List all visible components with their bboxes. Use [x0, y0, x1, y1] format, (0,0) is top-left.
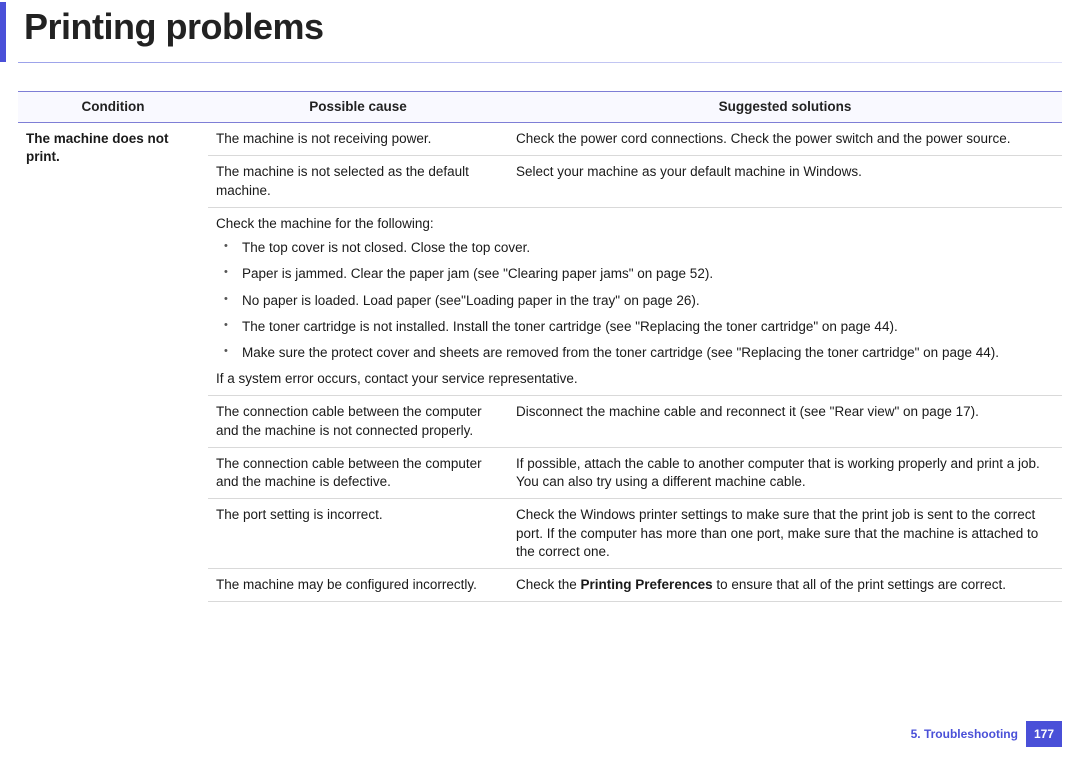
footer-page-number: 177 [1026, 721, 1062, 747]
header-solution: Suggested solutions [508, 92, 1062, 123]
check-bullet: The top cover is not closed. Close the t… [234, 239, 1054, 257]
check-bullet: No paper is loaded. Load paper (see"Load… [234, 292, 1054, 310]
solution-cell: Check the Windows printer settings to ma… [508, 499, 1062, 569]
page-title: Printing problems [24, 6, 1080, 48]
solution-cell: Disconnect the machine cable and reconne… [508, 396, 1062, 447]
table-row: The machine does not print. The machine … [18, 123, 1062, 156]
solution-cell: Check the power cord connections. Check … [508, 123, 1062, 156]
cause-cell: The machine is not receiving power. [208, 123, 508, 156]
solution-cell: Select your machine as your default mach… [508, 156, 1062, 207]
solution-text-post: to ensure that all of the print settings… [713, 577, 1006, 592]
solution-text-bold: Printing Preferences [581, 577, 713, 592]
cause-cell: The connection cable between the compute… [208, 396, 508, 447]
table-header-row: Condition Possible cause Suggested solut… [18, 92, 1062, 123]
header-condition: Condition [18, 92, 208, 123]
check-block: Check the machine for the following: The… [208, 207, 1062, 396]
check-bullets: The top cover is not closed. Close the t… [216, 239, 1054, 362]
cause-cell: The machine may be configured incorrectl… [208, 568, 508, 601]
page-footer: 5. Troubleshooting 177 [911, 721, 1062, 747]
condition-cell: The machine does not print. [18, 123, 208, 602]
page-title-bar: Printing problems [0, 2, 1080, 62]
solution-text-pre: Check the [516, 577, 581, 592]
check-bullet: Paper is jammed. Clear the paper jam (se… [234, 265, 1054, 283]
check-bullet: Make sure the protect cover and sheets a… [234, 344, 1054, 362]
cause-cell: The port setting is incorrect. [208, 499, 508, 569]
troubleshooting-table: Condition Possible cause Suggested solut… [18, 91, 1062, 602]
cause-cell: The machine is not selected as the defau… [208, 156, 508, 207]
footer-chapter: 5. Troubleshooting [911, 727, 1018, 741]
check-intro: Check the machine for the following: [216, 215, 1054, 233]
solution-cell: If possible, attach the cable to another… [508, 447, 1062, 498]
cause-cell: The connection cable between the compute… [208, 447, 508, 498]
solution-cell: Check the Printing Preferences to ensure… [508, 568, 1062, 601]
check-bullet: The toner cartridge is not installed. In… [234, 318, 1054, 336]
header-cause: Possible cause [208, 92, 508, 123]
check-outro: If a system error occurs, contact your s… [216, 370, 1054, 388]
title-divider [18, 62, 1062, 63]
